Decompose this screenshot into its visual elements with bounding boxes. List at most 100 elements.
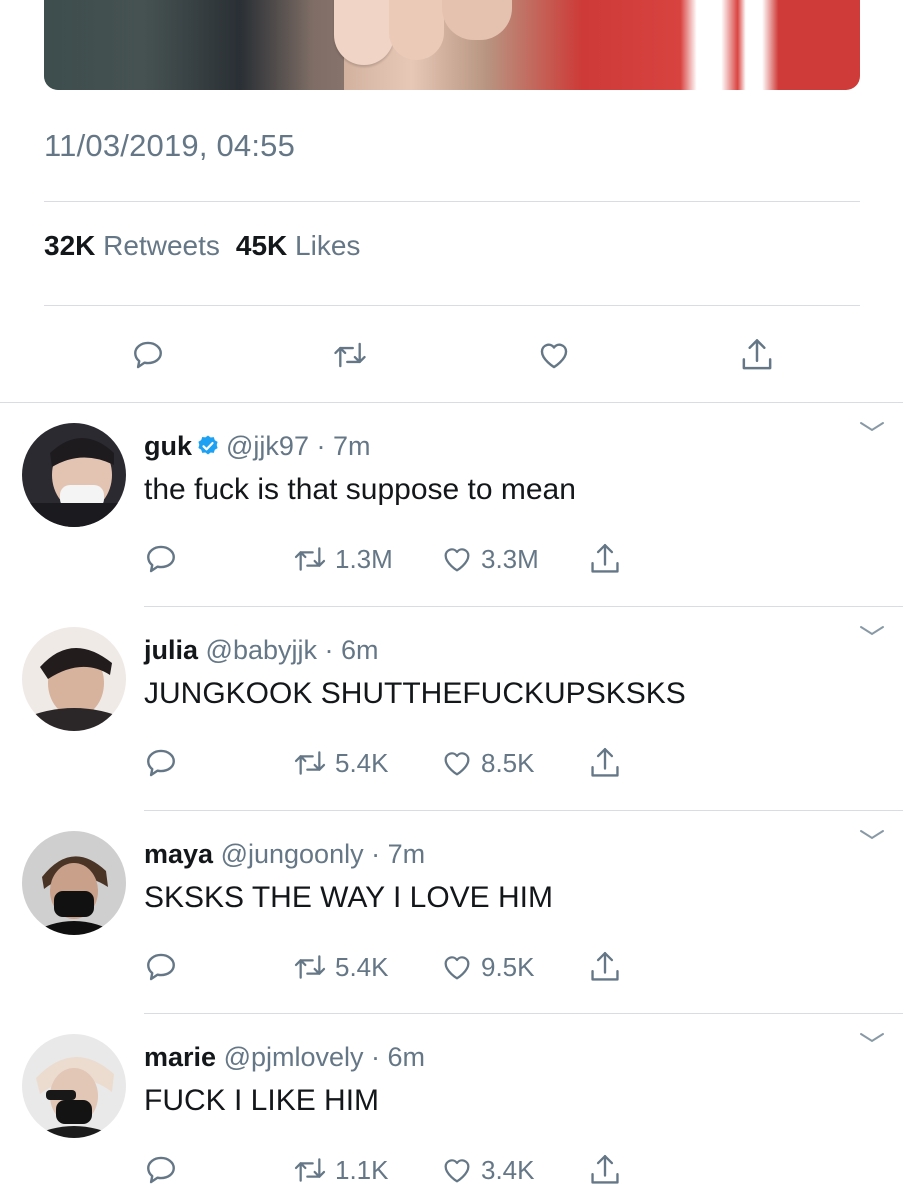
tweet-stats: 32K Retweets 45K Likes xyxy=(44,230,360,262)
like-count: 8.5K xyxy=(481,747,535,778)
share-button[interactable] xyxy=(588,743,629,783)
divider xyxy=(44,201,860,202)
reply-time: 6m xyxy=(341,635,379,665)
retweet-button[interactable]: 5.4K xyxy=(292,947,389,987)
handle[interactable]: @babyjjk xyxy=(206,635,317,665)
reply-text: the fuck is that suppose to mean xyxy=(144,473,576,506)
reply-button[interactable] xyxy=(144,1150,185,1190)
retweet-button[interactable]: 1.3M xyxy=(292,539,393,579)
share-button[interactable] xyxy=(588,947,629,987)
reply-text: FUCK I LIKE HIM xyxy=(144,1084,380,1117)
reply-button[interactable] xyxy=(144,743,185,783)
share-icon xyxy=(591,543,619,573)
reply-header: guk @jjk97 · 7m xyxy=(144,431,370,465)
reply-header: marie @pjmlovely · 6m xyxy=(144,1042,426,1072)
retweet-button[interactable]: 1.1K xyxy=(292,1150,389,1190)
divider xyxy=(44,305,860,306)
handle[interactable]: @jjk97 xyxy=(226,431,309,461)
reply-button[interactable] xyxy=(144,947,185,987)
reply-action-bar: 1.1K 3.4K xyxy=(0,1150,903,1190)
like-count: 9.5K xyxy=(481,951,535,982)
heart-icon xyxy=(444,1159,470,1183)
media-background xyxy=(44,0,344,90)
retweets-label: Retweets xyxy=(103,230,220,261)
reply-icon xyxy=(134,341,162,369)
chevron-down-icon[interactable] xyxy=(859,827,885,843)
reply-tweet[interactable]: julia @babyjjk · 6m JUNGKOOK SHUTTHEFUCK… xyxy=(0,607,903,811)
avatar[interactable] xyxy=(22,1034,126,1138)
reply-icon xyxy=(147,545,175,573)
chevron-down-icon[interactable] xyxy=(859,1030,885,1046)
retweets-count: 32K xyxy=(44,230,96,261)
reply-tweet[interactable]: maya @jungoonly · 7m SKSKS THE WAY I LOV… xyxy=(0,811,903,1015)
like-count: 3.4K xyxy=(481,1154,535,1185)
reply-text: JUNGKOOK SHUTTHEFUCKUPSKSKS xyxy=(144,677,686,710)
share-button[interactable] xyxy=(735,333,779,377)
chevron-down-icon[interactable] xyxy=(859,623,885,639)
heart-icon xyxy=(444,752,470,776)
retweet-icon xyxy=(294,751,326,775)
tweet-media-image[interactable] xyxy=(44,0,860,90)
reply-button[interactable] xyxy=(144,539,185,579)
reply-tweet[interactable]: marie @pjmlovely · 6m FUCK I LIKE HIM 1.… xyxy=(0,1014,903,1200)
retweet-count: 1.3M xyxy=(335,543,393,574)
like-button[interactable]: 9.5K xyxy=(440,947,535,987)
reply-icon xyxy=(147,749,175,777)
reply-action-bar: 1.3M 3.3M xyxy=(0,539,903,579)
display-name[interactable]: maya xyxy=(144,839,213,869)
chevron-down-icon[interactable] xyxy=(859,419,885,435)
share-icon xyxy=(591,951,619,981)
share-icon xyxy=(742,339,772,370)
media-hand xyxy=(442,0,512,40)
handle[interactable]: @pjmlovely xyxy=(224,1042,364,1072)
share-icon xyxy=(591,747,619,777)
likes-count: 45K xyxy=(235,230,288,261)
retweet-icon xyxy=(334,342,366,368)
likes-stat[interactable]: 45K Likes xyxy=(236,230,361,261)
retweet-icon xyxy=(294,547,326,571)
heart-icon xyxy=(444,548,470,572)
reply-header: maya @jungoonly · 7m xyxy=(144,839,426,869)
handle[interactable]: @jungoonly xyxy=(221,839,364,869)
retweet-icon xyxy=(294,1158,326,1182)
share-button[interactable] xyxy=(588,539,629,579)
heart-icon xyxy=(444,956,470,980)
media-hand xyxy=(334,0,394,65)
avatar[interactable] xyxy=(22,423,126,527)
reply-button[interactable] xyxy=(126,333,170,377)
display-name[interactable]: julia xyxy=(144,635,198,665)
reply-time: 7m xyxy=(387,839,426,869)
avatar[interactable] xyxy=(22,831,126,935)
reply-action-bar: 5.4K 9.5K xyxy=(0,947,903,987)
likes-label: Likes xyxy=(295,230,361,261)
like-button[interactable]: 3.4K xyxy=(440,1150,535,1190)
retweet-button[interactable] xyxy=(328,333,372,377)
reply-header: julia @babyjjk · 6m xyxy=(144,635,379,665)
like-button[interactable]: 3.3M xyxy=(440,539,539,579)
retweet-count: 5.4K xyxy=(335,747,389,778)
display-name[interactable]: marie xyxy=(144,1042,216,1072)
avatar[interactable] xyxy=(22,627,126,731)
retweet-count: 1.1K xyxy=(335,1154,389,1185)
like-count: 3.3M xyxy=(481,543,539,574)
reply-icon xyxy=(147,953,175,981)
verified-badge-icon xyxy=(196,434,220,465)
reply-text: SKSKS THE WAY I LOVE HIM xyxy=(144,881,553,914)
like-button[interactable]: 8.5K xyxy=(440,743,535,783)
reply-time: 6m xyxy=(387,1042,426,1072)
reply-time: 7m xyxy=(332,431,371,461)
display-name[interactable]: guk xyxy=(144,431,192,461)
retweet-button[interactable]: 5.4K xyxy=(292,743,389,783)
retweets-stat[interactable]: 32K Retweets xyxy=(44,230,220,261)
share-icon xyxy=(591,1154,619,1184)
tweet-action-bar xyxy=(0,333,903,377)
reply-action-bar: 5.4K 8.5K xyxy=(0,743,903,783)
retweet-icon xyxy=(294,955,326,979)
like-button[interactable] xyxy=(532,333,576,377)
reply-icon xyxy=(147,1156,175,1184)
reply-tweet[interactable]: guk @jjk97 · 7m the fuck is that suppose … xyxy=(0,403,903,607)
tweet-timestamp: 11/03/2019, 04:55 xyxy=(44,128,296,163)
media-hand xyxy=(389,0,444,60)
share-button[interactable] xyxy=(588,1150,629,1190)
heart-icon xyxy=(540,343,568,369)
